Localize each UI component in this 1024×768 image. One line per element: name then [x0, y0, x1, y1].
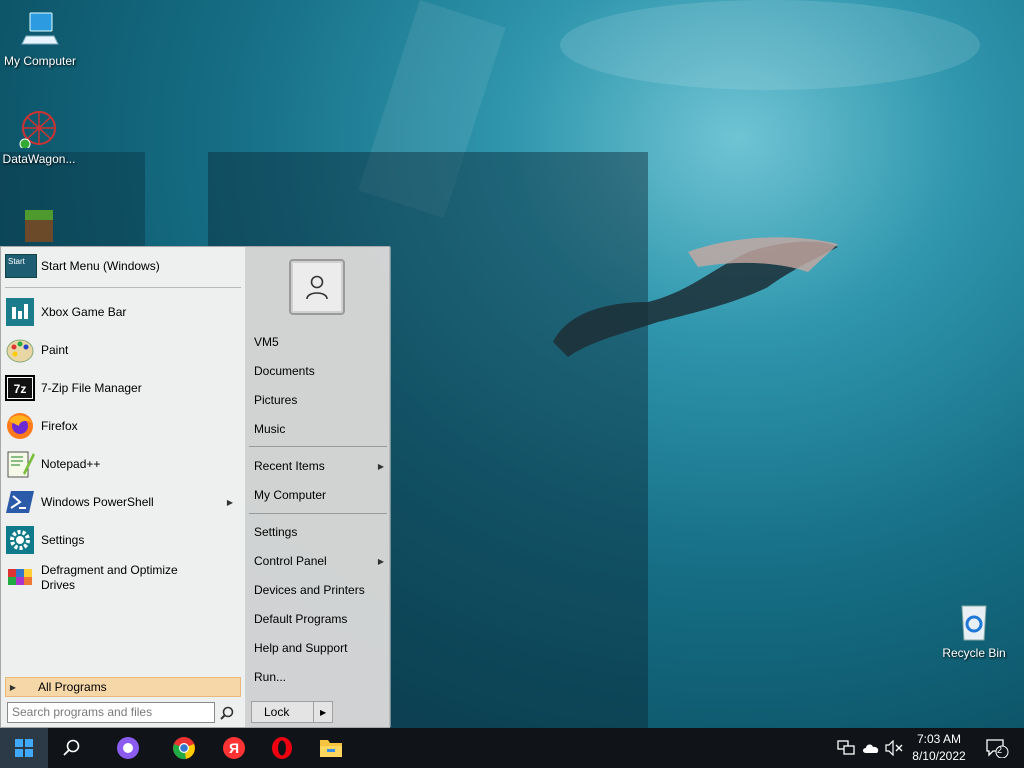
- desktop-icon-minecraft[interactable]: [0, 206, 79, 244]
- divider: [5, 287, 241, 288]
- desktop-icon-datawagon[interactable]: DataWagon...: [0, 108, 79, 166]
- search-icon[interactable]: [217, 703, 237, 723]
- opera-icon: [272, 737, 292, 759]
- alice-icon: [117, 737, 139, 759]
- divider: [249, 446, 387, 447]
- right-item-music[interactable]: Music: [254, 418, 384, 440]
- start-menu-logo-icon: Start: [5, 254, 37, 278]
- start-menu-header-title: Start Menu (Windows): [41, 259, 160, 273]
- yandex-icon: Я: [223, 737, 245, 759]
- start-button[interactable]: [0, 728, 48, 768]
- right-item-pictures[interactable]: Pictures: [254, 389, 384, 411]
- app-7zip[interactable]: 7z 7-Zip File Manager: [5, 371, 241, 405]
- clock-time: 7:03 AM: [916, 732, 962, 746]
- right-item-recent-items[interactable]: Recent Items ▶: [254, 455, 384, 477]
- app-label: 7-Zip File Manager: [41, 380, 142, 395]
- defrag-icon: [5, 563, 35, 593]
- search-programs-input[interactable]: Search programs and files: [7, 702, 215, 723]
- search-icon: [63, 739, 80, 756]
- taskbar-alice[interactable]: [104, 728, 152, 768]
- taskbar-yandex[interactable]: Я: [210, 728, 258, 768]
- right-item-devices-printers[interactable]: Devices and Printers: [254, 579, 384, 601]
- right-item-documents[interactable]: Documents: [254, 360, 384, 382]
- start-menu-left-pane: Start Start Menu (Windows) Xbox Game Bar…: [1, 247, 245, 727]
- taskbar-search-button[interactable]: [48, 728, 96, 768]
- volume-muted-icon[interactable]: [884, 738, 904, 758]
- system-clock[interactable]: 7:03 AM 8/10/2022: [908, 731, 970, 765]
- all-programs-label: All Programs: [38, 680, 107, 694]
- start-menu-right-pane: VM5 Documents Pictures Music Recent Item…: [245, 247, 391, 727]
- app-xbox-game-bar[interactable]: Xbox Game Bar: [5, 295, 241, 329]
- app-settings[interactable]: Settings: [5, 523, 241, 557]
- all-programs-button[interactable]: ▶ All Programs: [5, 677, 241, 697]
- minecraft-block-icon: [19, 206, 59, 244]
- taskbar-chrome[interactable]: [160, 728, 208, 768]
- desktop-icon-label: My Computer: [3, 54, 77, 68]
- xbox-game-bar-icon: [5, 297, 35, 327]
- divider: [249, 513, 387, 514]
- lock-label: Lock: [264, 705, 290, 719]
- onedrive-cloud-icon[interactable]: [861, 738, 881, 758]
- start-menu-header[interactable]: Start Start Menu (Windows): [5, 253, 160, 279]
- expand-arrow-icon: ▶: [9, 682, 17, 692]
- paint-icon: [5, 335, 35, 365]
- app-label: Notepad++: [41, 456, 101, 471]
- app-defragment[interactable]: Defragment and Optimize Drives: [5, 561, 241, 595]
- notification-center-icon[interactable]: 2: [984, 738, 1010, 758]
- firefox-icon: [5, 411, 35, 441]
- recycle-bin-icon: [954, 602, 994, 642]
- right-item-settings[interactable]: Settings: [254, 521, 384, 543]
- settings-gear-icon: [5, 525, 35, 555]
- app-windows-powershell[interactable]: Windows PowerShell ▶: [5, 485, 241, 519]
- desktop-icon-label: DataWagon...: [2, 152, 76, 166]
- submenu-arrow-icon: ▶: [226, 497, 233, 507]
- notepadpp-icon: [5, 449, 35, 479]
- svg-text:7z: 7z: [14, 382, 27, 396]
- power-options-arrow-icon[interactable]: ▶: [314, 708, 332, 717]
- right-item-default-programs[interactable]: Default Programs: [254, 608, 384, 630]
- app-label: Windows PowerShell: [41, 494, 154, 509]
- user-avatar[interactable]: [289, 259, 345, 315]
- network-globe-icon: [19, 108, 59, 150]
- right-item-control-panel[interactable]: Control Panel ▶: [254, 550, 384, 572]
- start-menu: Start Start Menu (Windows) Xbox Game Bar…: [0, 246, 391, 728]
- chrome-icon: [173, 737, 195, 760]
- right-item-help-support[interactable]: Help and Support: [254, 637, 384, 659]
- submenu-arrow-icon: ▶: [377, 461, 384, 471]
- desktop-icon-recycle-bin[interactable]: Recycle Bin: [934, 602, 1014, 660]
- diver-silhouette: [553, 237, 838, 357]
- svg-text:Я: Я: [229, 740, 239, 756]
- app-label: Firefox: [41, 418, 78, 433]
- app-paint[interactable]: Paint: [5, 333, 241, 367]
- right-item-my-computer[interactable]: My Computer: [254, 484, 384, 506]
- lock-button[interactable]: Lock ▶: [251, 701, 333, 723]
- taskbar: Я 7:03 AM 8/10/2022 2: [0, 728, 1024, 768]
- submenu-arrow-icon: ▶: [377, 556, 384, 566]
- desktop-icon-my-computer[interactable]: My Computer: [0, 10, 80, 68]
- user-icon: [306, 275, 328, 300]
- right-item-run[interactable]: Run...: [254, 666, 384, 688]
- clock-date: 8/10/2022: [912, 749, 966, 763]
- desktop-icon-label: Recycle Bin: [942, 646, 1006, 660]
- taskbar-file-explorer[interactable]: [307, 728, 355, 768]
- powershell-icon: [5, 487, 35, 517]
- app-firefox[interactable]: Firefox: [5, 409, 241, 443]
- notification-count-badge: 2: [997, 745, 1003, 755]
- right-item-vm5[interactable]: VM5: [254, 331, 384, 353]
- network-icon[interactable]: [836, 738, 856, 758]
- monitor-icon: [20, 10, 60, 50]
- app-label: Paint: [41, 342, 69, 357]
- 7zip-icon: 7z: [5, 373, 35, 403]
- file-explorer-icon: [320, 740, 342, 757]
- app-label: Xbox Game Bar: [41, 304, 127, 319]
- app-label: Defragment and Optimize Drives: [41, 563, 178, 592]
- taskbar-opera[interactable]: [258, 728, 306, 768]
- windows-logo-icon: [15, 739, 33, 757]
- app-label: Settings: [41, 532, 85, 547]
- app-notepadpp[interactable]: Notepad++: [5, 447, 241, 481]
